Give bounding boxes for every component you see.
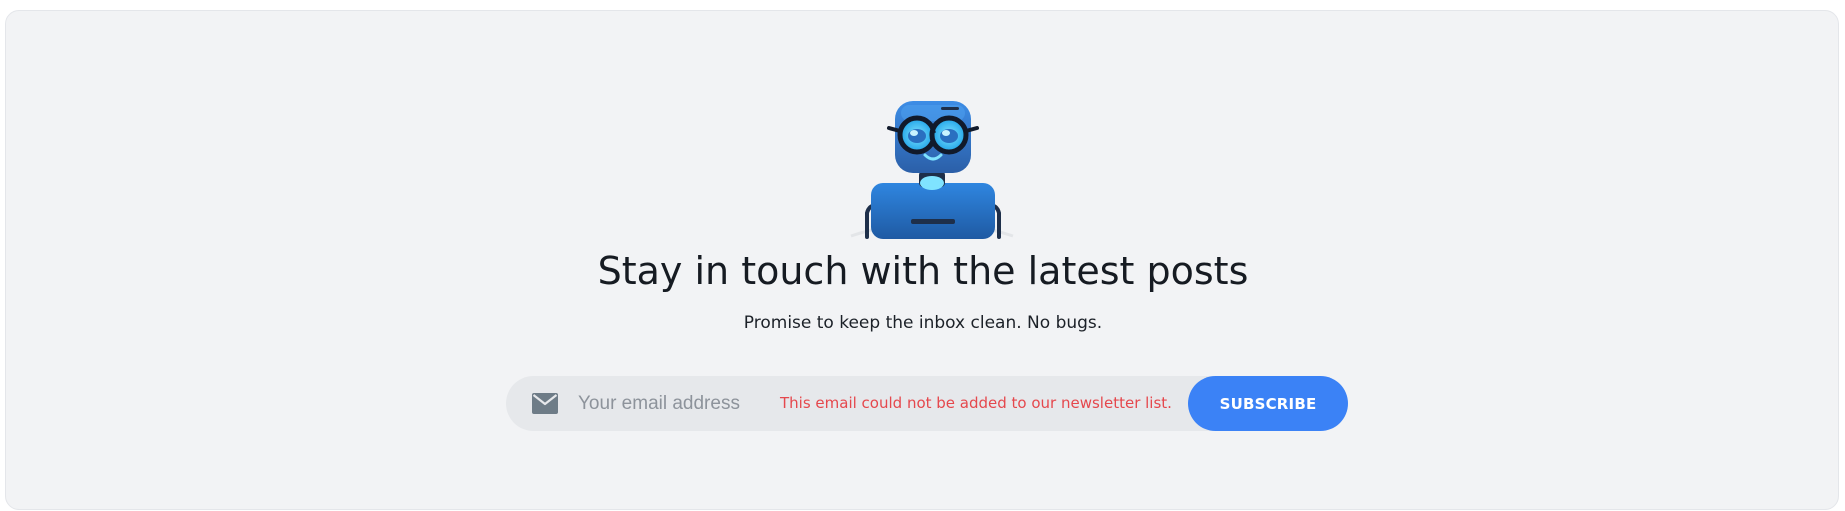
envelope-icon <box>532 393 558 414</box>
error-message: This email could not be added to our new… <box>780 394 1172 412</box>
subscribe-form: This email could not be added to our new… <box>506 376 1348 431</box>
newsletter-subline: Promise to keep the inbox clean. No bugs… <box>743 313 1103 333</box>
robot-mascot-illustration <box>850 101 1014 239</box>
newsletter-headline: Stay in touch with the latest posts <box>597 249 1249 293</box>
email-input[interactable] <box>578 384 758 424</box>
subscribe-button[interactable]: SUBSCRIBE <box>1188 376 1348 431</box>
newsletter-card: Stay in touch with the latest posts Prom… <box>5 10 1839 510</box>
